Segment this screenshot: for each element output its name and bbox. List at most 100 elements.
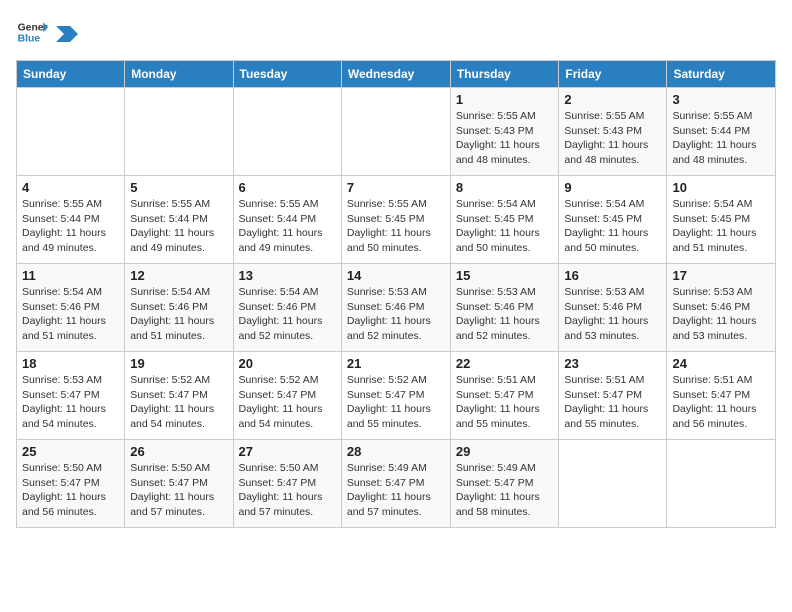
day-number: 25 [22, 444, 119, 459]
calendar-cell: 4 Sunrise: 5:55 AM Sunset: 5:44 PM Daylig… [17, 176, 125, 264]
day-number: 29 [456, 444, 554, 459]
day-number: 19 [130, 356, 227, 371]
day-number: 13 [239, 268, 336, 283]
day-number: 16 [564, 268, 661, 283]
calendar-cell: 2 Sunrise: 5:55 AM Sunset: 5:43 PM Daylig… [559, 88, 667, 176]
day-number: 6 [239, 180, 336, 195]
calendar-cell: 9 Sunrise: 5:54 AM Sunset: 5:45 PM Daylig… [559, 176, 667, 264]
day-number: 7 [347, 180, 445, 195]
day-info: Sunrise: 5:55 AM Sunset: 5:44 PM Dayligh… [672, 109, 770, 168]
day-number: 23 [564, 356, 661, 371]
calendar-cell: 25 Sunrise: 5:50 AM Sunset: 5:47 PM Dayli… [17, 440, 125, 528]
calendar-cell: 3 Sunrise: 5:55 AM Sunset: 5:44 PM Daylig… [667, 88, 776, 176]
calendar-cell: 14 Sunrise: 5:53 AM Sunset: 5:46 PM Dayli… [341, 264, 450, 352]
calendar-cell [17, 88, 125, 176]
day-info: Sunrise: 5:54 AM Sunset: 5:46 PM Dayligh… [239, 285, 336, 344]
day-info: Sunrise: 5:55 AM Sunset: 5:44 PM Dayligh… [239, 197, 336, 256]
weekday-header-friday: Friday [559, 61, 667, 88]
page-header: General Blue [16, 16, 776, 48]
day-info: Sunrise: 5:53 AM Sunset: 5:46 PM Dayligh… [456, 285, 554, 344]
calendar-cell: 10Sunrise: 5:54 AM Sunset: 5:45 PM Dayli… [667, 176, 776, 264]
calendar-cell: 13 Sunrise: 5:54 AM Sunset: 5:46 PM Dayli… [233, 264, 341, 352]
day-info: Sunrise: 5:51 AM Sunset: 5:47 PM Dayligh… [564, 373, 661, 432]
day-number: 1 [456, 92, 554, 107]
logo-icon: General Blue [16, 16, 48, 48]
calendar-cell [667, 440, 776, 528]
day-number: 26 [130, 444, 227, 459]
day-info: Sunrise: 5:51 AM Sunset: 5:47 PM Dayligh… [672, 373, 770, 432]
day-number: 22 [456, 356, 554, 371]
day-number: 9 [564, 180, 661, 195]
calendar-cell [559, 440, 667, 528]
day-number: 17 [672, 268, 770, 283]
day-number: 14 [347, 268, 445, 283]
day-number: 20 [239, 356, 336, 371]
weekday-header-monday: Monday [125, 61, 233, 88]
weekday-header-saturday: Saturday [667, 61, 776, 88]
day-number: 5 [130, 180, 227, 195]
day-info: Sunrise: 5:53 AM Sunset: 5:47 PM Dayligh… [22, 373, 119, 432]
calendar-week-row: 4 Sunrise: 5:55 AM Sunset: 5:44 PM Daylig… [17, 176, 776, 264]
calendar-cell: 20 Sunrise: 5:52 AM Sunset: 5:47 PM Dayli… [233, 352, 341, 440]
day-info: Sunrise: 5:52 AM Sunset: 5:47 PM Dayligh… [130, 373, 227, 432]
logo: General Blue [16, 16, 78, 48]
day-info: Sunrise: 5:54 AM Sunset: 5:46 PM Dayligh… [22, 285, 119, 344]
day-info: Sunrise: 5:54 AM Sunset: 5:46 PM Dayligh… [130, 285, 227, 344]
day-info: Sunrise: 5:49 AM Sunset: 5:47 PM Dayligh… [347, 461, 445, 520]
day-info: Sunrise: 5:50 AM Sunset: 5:47 PM Dayligh… [22, 461, 119, 520]
calendar-cell: 27Sunrise: 5:50 AM Sunset: 5:47 PM Dayli… [233, 440, 341, 528]
calendar-cell: 16 Sunrise: 5:53 AM Sunset: 5:46 PM Dayli… [559, 264, 667, 352]
calendar-cell: 21 Sunrise: 5:52 AM Sunset: 5:47 PM Dayli… [341, 352, 450, 440]
day-info: Sunrise: 5:55 AM Sunset: 5:45 PM Dayligh… [347, 197, 445, 256]
day-number: 3 [672, 92, 770, 107]
weekday-header-sunday: Sunday [17, 61, 125, 88]
day-info: Sunrise: 5:50 AM Sunset: 5:47 PM Dayligh… [130, 461, 227, 520]
logo-arrow [56, 26, 78, 42]
weekday-header-wednesday: Wednesday [341, 61, 450, 88]
day-number: 2 [564, 92, 661, 107]
calendar-cell: 18 Sunrise: 5:53 AM Sunset: 5:47 PM Dayli… [17, 352, 125, 440]
day-number: 24 [672, 356, 770, 371]
day-info: Sunrise: 5:54 AM Sunset: 5:45 PM Dayligh… [456, 197, 554, 256]
day-number: 21 [347, 356, 445, 371]
day-info: Sunrise: 5:49 AM Sunset: 5:47 PM Dayligh… [456, 461, 554, 520]
calendar-cell: 19 Sunrise: 5:52 AM Sunset: 5:47 PM Dayli… [125, 352, 233, 440]
day-info: Sunrise: 5:52 AM Sunset: 5:47 PM Dayligh… [239, 373, 336, 432]
day-number: 8 [456, 180, 554, 195]
calendar-week-row: 18 Sunrise: 5:53 AM Sunset: 5:47 PM Dayli… [17, 352, 776, 440]
day-info: Sunrise: 5:55 AM Sunset: 5:43 PM Dayligh… [564, 109, 661, 168]
day-info: Sunrise: 5:52 AM Sunset: 5:47 PM Dayligh… [347, 373, 445, 432]
calendar-cell: 8 Sunrise: 5:54 AM Sunset: 5:45 PM Daylig… [450, 176, 559, 264]
weekday-header-row: SundayMondayTuesdayWednesdayThursdayFrid… [17, 61, 776, 88]
calendar-week-row: 1 Sunrise: 5:55 AM Sunset: 5:43 PM Daylig… [17, 88, 776, 176]
day-info: Sunrise: 5:55 AM Sunset: 5:43 PM Dayligh… [456, 109, 554, 168]
day-info: Sunrise: 5:55 AM Sunset: 5:44 PM Dayligh… [130, 197, 227, 256]
day-number: 28 [347, 444, 445, 459]
calendar-week-row: 25 Sunrise: 5:50 AM Sunset: 5:47 PM Dayli… [17, 440, 776, 528]
day-number: 4 [22, 180, 119, 195]
calendar-table: SundayMondayTuesdayWednesdayThursdayFrid… [16, 60, 776, 528]
day-info: Sunrise: 5:53 AM Sunset: 5:46 PM Dayligh… [347, 285, 445, 344]
calendar-cell: 7 Sunrise: 5:55 AM Sunset: 5:45 PM Daylig… [341, 176, 450, 264]
calendar-cell: 22Sunrise: 5:51 AM Sunset: 5:47 PM Dayli… [450, 352, 559, 440]
calendar-cell: 28 Sunrise: 5:49 AM Sunset: 5:47 PM Dayli… [341, 440, 450, 528]
day-number: 12 [130, 268, 227, 283]
day-number: 18 [22, 356, 119, 371]
calendar-cell: 12 Sunrise: 5:54 AM Sunset: 5:46 PM Dayli… [125, 264, 233, 352]
weekday-header-thursday: Thursday [450, 61, 559, 88]
calendar-cell: 17 Sunrise: 5:53 AM Sunset: 5:46 PM Dayli… [667, 264, 776, 352]
calendar-cell: 24 Sunrise: 5:51 AM Sunset: 5:47 PM Dayli… [667, 352, 776, 440]
calendar-cell: 6 Sunrise: 5:55 AM Sunset: 5:44 PM Daylig… [233, 176, 341, 264]
calendar-cell: 23 Sunrise: 5:51 AM Sunset: 5:47 PM Dayli… [559, 352, 667, 440]
weekday-header-tuesday: Tuesday [233, 61, 341, 88]
day-info: Sunrise: 5:54 AM Sunset: 5:45 PM Dayligh… [564, 197, 661, 256]
calendar-cell: 5 Sunrise: 5:55 AM Sunset: 5:44 PM Daylig… [125, 176, 233, 264]
day-info: Sunrise: 5:54 AM Sunset: 5:45 PM Dayligh… [672, 197, 770, 256]
day-info: Sunrise: 5:55 AM Sunset: 5:44 PM Dayligh… [22, 197, 119, 256]
day-info: Sunrise: 5:53 AM Sunset: 5:46 PM Dayligh… [672, 285, 770, 344]
calendar-cell [233, 88, 341, 176]
calendar-cell: 1 Sunrise: 5:55 AM Sunset: 5:43 PM Daylig… [450, 88, 559, 176]
calendar-cell [125, 88, 233, 176]
day-info: Sunrise: 5:53 AM Sunset: 5:46 PM Dayligh… [564, 285, 661, 344]
calendar-week-row: 11Sunrise: 5:54 AM Sunset: 5:46 PM Dayli… [17, 264, 776, 352]
